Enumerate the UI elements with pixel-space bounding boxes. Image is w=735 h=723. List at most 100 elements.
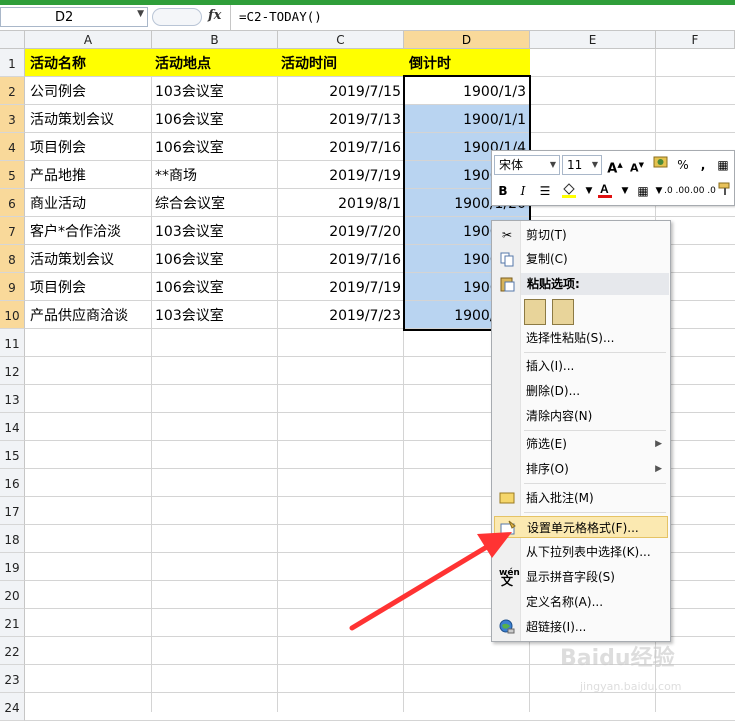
row-header[interactable]: 8 [0,245,25,273]
row-header[interactable]: 14 [0,413,25,441]
column-header-a[interactable]: A [25,31,152,49]
menu-item-format-cells[interactable]: 设置单元格格式(F)... [494,516,668,538]
table-cell[interactable]: 106会议室 [155,273,275,301]
shrink-font-icon[interactable]: A▼ [628,155,646,175]
table-cell[interactable]: 产品供应商洽谈 [30,301,150,329]
table-cell[interactable]: 项目例会 [30,133,150,161]
menu-item-delete[interactable]: 删除(D)... [494,380,668,402]
row-header[interactable]: 12 [0,357,25,385]
row-header[interactable]: 2 [0,77,25,105]
row-header[interactable]: 16 [0,469,25,497]
paste-values-clipboard-icon[interactable] [552,299,574,325]
row-header[interactable]: 18 [0,525,25,553]
insert-function-icon[interactable]: fx [208,8,221,23]
column-header-c[interactable]: C [278,31,404,49]
table-cell[interactable]: 103会议室 [155,301,275,329]
row-header[interactable]: 20 [0,581,25,609]
row-header[interactable]: 22 [0,637,25,665]
table-cell[interactable]: 2019/7/15 [281,77,401,105]
comma-style-button[interactable]: , [694,155,712,175]
row-header[interactable]: 15 [0,441,25,469]
table-cell[interactable]: 活动策划会议 [30,245,150,273]
name-box[interactable]: D2 ▼ [0,7,148,27]
row-header[interactable]: 4 [0,133,25,161]
table-cell[interactable]: 2019/8/1 [281,189,401,217]
row-header[interactable]: 6 [0,189,25,217]
chevron-down-icon[interactable]: ▼ [616,181,634,201]
row-header[interactable]: 21 [0,609,25,637]
menu-item-hyperlink[interactable]: 超链接(I)... [494,616,668,638]
font-size-combo[interactable]: 11 ▼ [562,155,602,175]
formula-bar-splitter[interactable] [152,8,202,26]
menu-item-sort[interactable]: 排序(O) ▶ [494,458,668,480]
table-cell[interactable]: 商业活动 [30,189,150,217]
bold-button[interactable]: B [494,181,512,201]
table-cell[interactable]: 2019/7/19 [281,161,401,189]
menu-item-copy[interactable]: 复制(C) [494,248,668,270]
table-cell[interactable]: 2019/7/20 [281,217,401,245]
table-cell[interactable]: 106会议室 [155,133,275,161]
menu-item-define-name[interactable]: 定义名称(A)... [494,591,668,613]
row-header[interactable]: 9 [0,273,25,301]
menu-item-paste-special[interactable]: 选择性粘贴(S)... [494,327,668,349]
row-header[interactable]: 11 [0,329,25,357]
header-cell-name[interactable]: 活动名称 [30,49,150,77]
table-cell[interactable]: 活动策划会议 [30,105,150,133]
row-header[interactable]: 1 [0,49,25,77]
font-color-icon[interactable]: A [596,181,614,201]
chevron-down-icon[interactable]: ▼ [550,156,556,174]
menu-item-clear-contents[interactable]: 清除内容(N) [494,405,668,427]
increase-decimal-button[interactable]: .0 .00 [664,181,690,201]
center-align-icon[interactable]: ☰ [536,181,554,201]
menu-item-insert-comment[interactable]: 插入批注(M) [494,487,668,509]
header-cell-time[interactable]: 活动时间 [281,49,401,77]
format-painter-small-icon[interactable]: ▦ [714,155,732,175]
chevron-down-icon[interactable]: ▼ [592,156,598,174]
formula-input[interactable]: =C2-TODAY() [230,5,735,30]
row-header[interactable]: 5 [0,161,25,189]
format-painter-icon[interactable] [716,181,734,201]
fill-color-icon[interactable] [560,181,578,201]
accounting-format-icon[interactable] [652,155,672,175]
italic-button[interactable]: I [514,181,532,201]
row-header[interactable]: 19 [0,553,25,581]
row-header[interactable]: 3 [0,105,25,133]
row-header[interactable]: 7 [0,217,25,245]
menu-item-filter[interactable]: 筛选(E) ▶ [494,433,668,455]
column-header-e[interactable]: E [530,31,656,49]
table-cell[interactable]: 公司例会 [30,77,150,105]
column-header-d[interactable]: D [404,31,530,49]
menu-item-cut[interactable]: ✂ 剪切(T) [494,224,668,246]
table-cell[interactable]: 产品地推 [30,161,150,189]
row-header[interactable]: 24 [0,693,25,721]
row-header[interactable]: 17 [0,497,25,525]
table-cell[interactable]: 106会议室 [155,105,275,133]
percent-style-button[interactable]: % [674,155,692,175]
row-header[interactable]: 10 [0,301,25,329]
table-cell[interactable]: 2019/7/13 [281,105,401,133]
menu-item-pick-from-list[interactable]: 从下拉列表中选择(K)... [494,541,668,563]
table-cell[interactable]: 2019/7/19 [281,273,401,301]
table-cell[interactable]: 综合会议室 [155,189,275,217]
decrease-decimal-button[interactable]: .00 .0 [690,181,716,201]
header-cell-location[interactable]: 活动地点 [155,49,275,77]
table-cell[interactable]: 2019/7/16 [281,245,401,273]
row-header[interactable]: 23 [0,665,25,693]
column-header-b[interactable]: B [152,31,278,49]
menu-item-insert[interactable]: 插入(I)... [494,355,668,377]
table-cell[interactable]: 项目例会 [30,273,150,301]
paste-clipboard-icon[interactable] [524,299,546,325]
table-cell[interactable]: 103会议室 [155,217,275,245]
chevron-down-icon[interactable]: ▼ [137,9,144,19]
table-cell[interactable]: 客户*合作洽淡 [30,217,150,245]
header-cell-countdown[interactable]: 倒计时 [409,49,527,77]
table-cell[interactable]: 106会议室 [155,245,275,273]
table-cell[interactable]: 103会议室 [155,77,275,105]
table-cell[interactable]: **商场 [155,161,275,189]
row-header[interactable]: 13 [0,385,25,413]
grow-font-icon[interactable]: A▲ [606,155,624,176]
select-all-corner[interactable] [0,31,25,49]
table-cell[interactable]: 2019/7/23 [281,301,401,329]
menu-item-phonetic[interactable]: wén 文 显示拼音字段(S) [494,566,668,588]
font-name-combo[interactable]: 宋体 ▼ [494,155,560,175]
